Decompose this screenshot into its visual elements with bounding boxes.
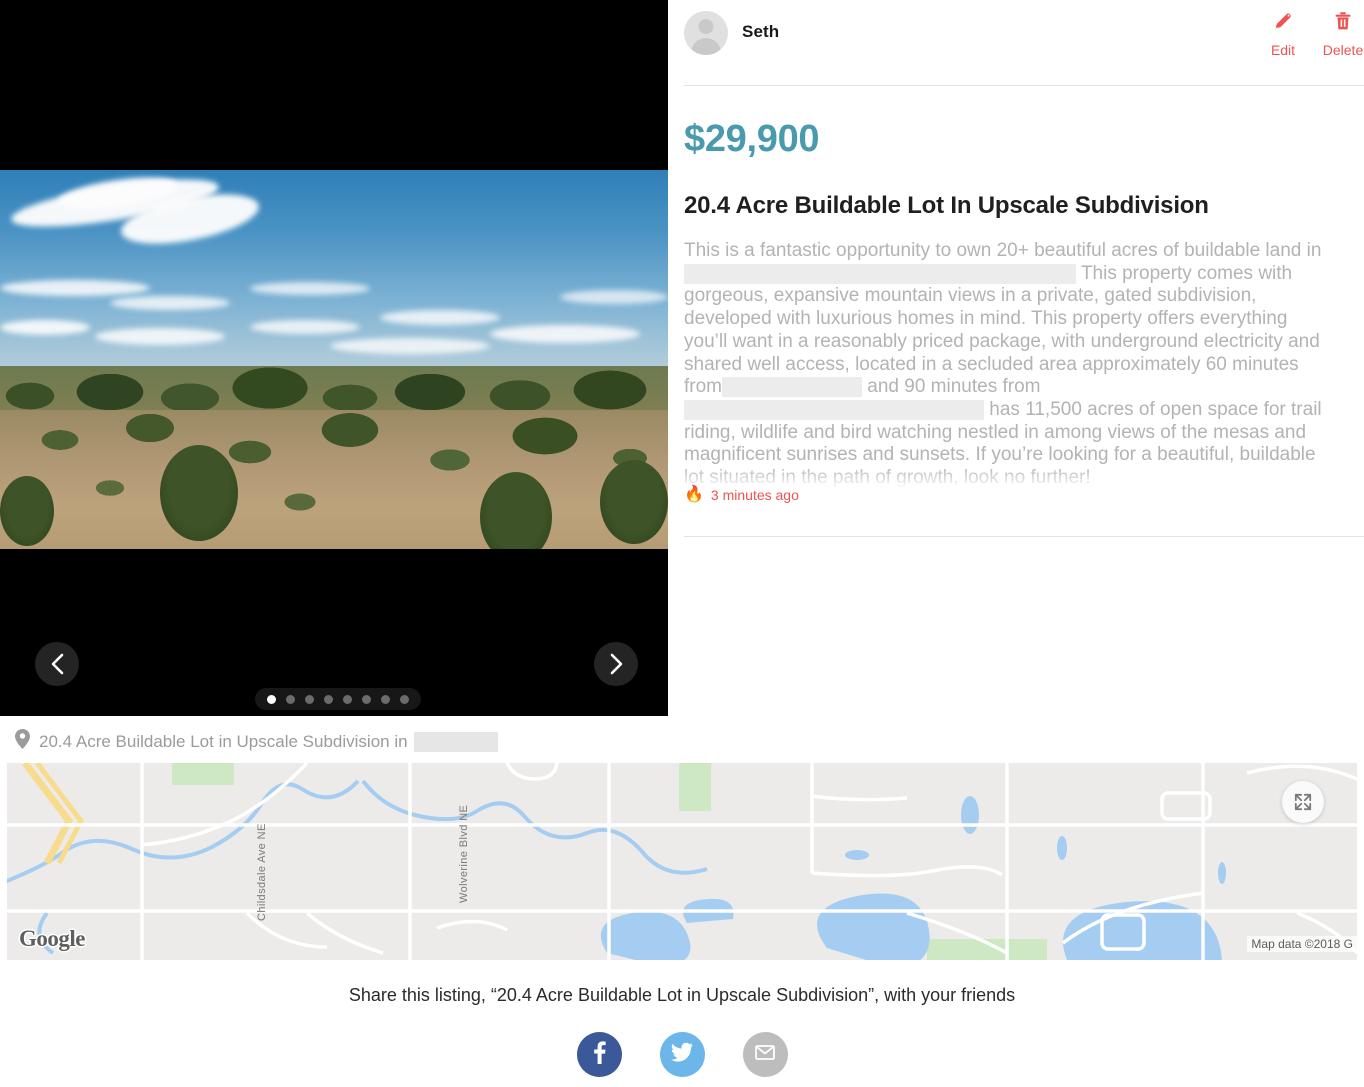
carousel-next-button[interactable]: [594, 642, 638, 686]
carousel-dot-7[interactable]: [381, 694, 390, 704]
listing-details-panel: Seth Edit Delete $29,900 20.4 Acre Build…: [684, 0, 1364, 537]
pencil-icon: [1272, 10, 1294, 37]
map-road-label-wolverine: Wolverine Blvd NE: [458, 805, 470, 903]
carousel-dot-5[interactable]: [343, 694, 352, 704]
facebook-icon: [587, 1040, 611, 1069]
chevron-right-icon: [608, 653, 624, 675]
redacted-location-1: [684, 263, 1076, 284]
listing-description: This is a fantastic opportunity to own 2…: [684, 240, 1324, 490]
map-canvas: Childsdale Ave NE Wolverine Blvd NE: [7, 763, 1357, 960]
flame-icon: 🔥: [684, 486, 704, 503]
seller-row: Seth Edit Delete: [684, 0, 1364, 86]
redacted-location-2: [722, 377, 862, 398]
details-divider: [684, 536, 1364, 537]
map-road-label-childsdale: Childsdale Ave NE: [256, 823, 268, 921]
carousel-dot-2[interactable]: [286, 694, 295, 704]
listing-actions: Edit Delete: [1262, 10, 1364, 58]
redacted-location-4: [413, 731, 498, 752]
carousel-dot-3[interactable]: [305, 694, 314, 704]
redacted-location-3: [684, 399, 984, 420]
listing-photo: [0, 170, 668, 549]
avatar: [684, 11, 728, 55]
carousel-dot-8[interactable]: [400, 694, 409, 704]
photo-sky: [0, 170, 668, 395]
location-label: 20.4 Acre Buildable Lot in Upscale Subdi…: [39, 731, 498, 752]
chevron-left-icon: [49, 653, 65, 675]
posted-time: 3 minutes ago: [710, 487, 799, 503]
listing-description-scroll[interactable]: This is a fantastic opportunity to own 2…: [684, 240, 1344, 496]
photo-carousel[interactable]: [0, 0, 668, 716]
header-divider: [684, 85, 1364, 86]
photo-ground: [0, 410, 668, 549]
twitter-icon: [670, 1040, 694, 1069]
location-row: 20.4 Acre Buildable Lot in Upscale Subdi…: [14, 728, 498, 755]
edit-button[interactable]: Edit: [1262, 10, 1304, 58]
carousel-dot-4[interactable]: [324, 694, 333, 704]
delete-label: Delete: [1322, 42, 1364, 58]
location-label-text: 20.4 Acre Buildable Lot in Upscale Subdi…: [39, 731, 408, 751]
carousel-dots[interactable]: [255, 688, 421, 710]
fullscreen-expand-icon: [1294, 793, 1312, 811]
share-buttons: [0, 1032, 1364, 1077]
svg-text:Wolverine Blvd NE: Wolverine Blvd NE: [458, 805, 470, 903]
share-twitter-button[interactable]: [659, 1032, 705, 1077]
carousel-dot-6[interactable]: [362, 694, 371, 704]
map-pin-icon: [14, 728, 31, 755]
map-view[interactable]: Childsdale Ave NE Wolverine Blvd NE Goog…: [7, 763, 1357, 960]
description-segment-3: and 90 minutes from: [867, 376, 1041, 398]
map-attribution: Map data ©2018 G: [1247, 936, 1357, 952]
listing-detail-page: Seth Edit Delete $29,900 20.4 Acre Build…: [0, 0, 1364, 1087]
description-segment-1: This is a fantastic opportunity to own 2…: [684, 240, 1322, 261]
seller-name: Seth: [742, 22, 780, 41]
trash-icon: [1332, 10, 1354, 37]
edit-label: Edit: [1270, 42, 1296, 58]
posted-time-row: 🔥 3 minutes ago: [684, 486, 799, 504]
carousel-prev-button[interactable]: [35, 642, 79, 686]
page-title: 20.4 Acre Buildable Lot In Upscale Subdi…: [684, 192, 1209, 219]
share-email-button[interactable]: [742, 1032, 788, 1077]
listing-price: $29,900: [684, 118, 820, 160]
envelope-icon: [753, 1040, 777, 1069]
carousel-dot-1[interactable]: [267, 694, 276, 704]
delete-button[interactable]: Delete: [1322, 10, 1364, 58]
google-logo: Google: [19, 926, 86, 951]
svg-text:Childsdale Ave NE: Childsdale Ave NE: [256, 823, 268, 921]
map-fullscreen-button[interactable]: [1282, 781, 1324, 823]
share-facebook-button[interactable]: [576, 1032, 622, 1077]
share-prompt: Share this listing, “20.4 Acre Buildable…: [348, 985, 1016, 1005]
